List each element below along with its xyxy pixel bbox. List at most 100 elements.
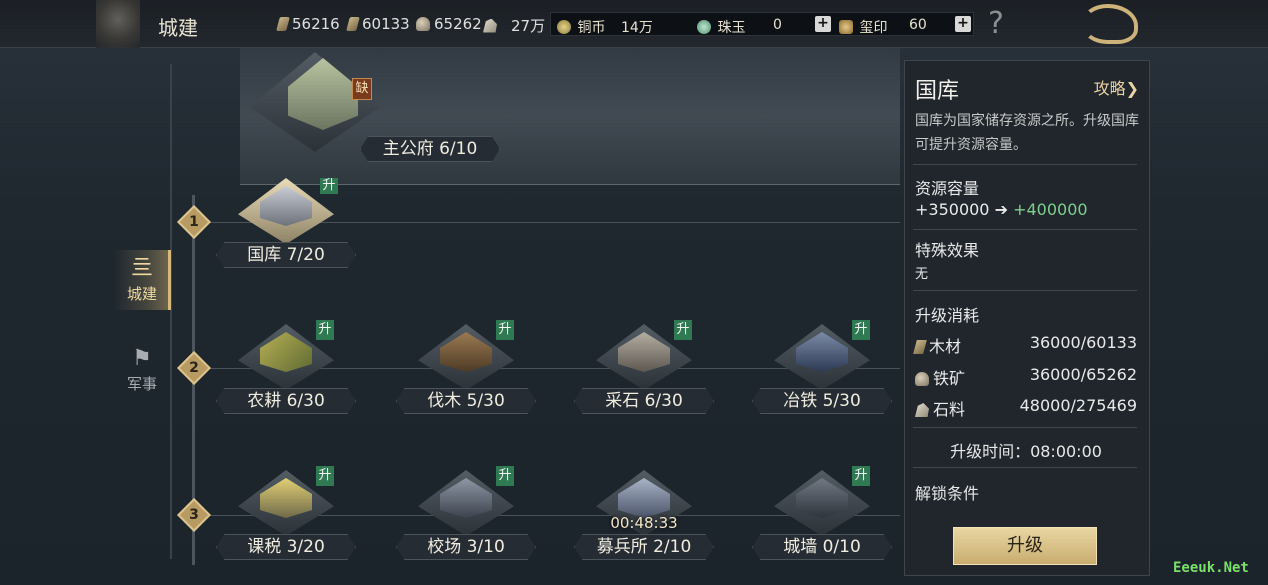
drill-ground-building[interactable]: 校场 3/10 升 xyxy=(396,466,536,570)
smelter-label: 冶铁 5/30 xyxy=(752,388,892,414)
unlock-title: 解锁条件 xyxy=(915,484,980,503)
drill-ground-label: 校场 3/10 xyxy=(396,534,536,560)
page-title: 城建 xyxy=(158,16,198,40)
divider xyxy=(913,290,1137,291)
upgrade-badge: 升 xyxy=(496,466,514,486)
iron-ore-icon xyxy=(915,372,929,386)
lord-portrait[interactable] xyxy=(96,0,140,48)
divider xyxy=(913,164,1137,165)
flag-icon: ⚑ xyxy=(132,346,152,371)
stone-icon xyxy=(915,403,929,417)
jade-label: 珠玉 xyxy=(717,20,746,36)
cost-amount: 36000/65262 xyxy=(1029,365,1137,384)
panel-title: 国库 xyxy=(915,79,960,104)
copper-coin-icon xyxy=(557,20,571,34)
divider xyxy=(913,467,1137,468)
lumber-label: 伐木 5/30 xyxy=(396,388,536,414)
wood-icon xyxy=(276,17,290,31)
divider xyxy=(913,427,1137,428)
recruit-label: 募兵所 2/10 xyxy=(574,534,714,560)
wall-building[interactable]: 城墙 0/10 升 xyxy=(752,466,892,570)
tier-number: 1 xyxy=(189,214,199,230)
tax-label: 课税 3/20 xyxy=(216,534,356,560)
wood-value: 56216 xyxy=(292,15,340,33)
effect-value: 无 xyxy=(915,267,929,282)
currency-bar: 铜币 14万 珠玉 0 + 玺印 60 + xyxy=(550,12,974,36)
seal-icon xyxy=(839,20,853,34)
wall-label: 城墙 0/10 xyxy=(752,534,892,560)
tax-building[interactable]: 课税 3/20 升 xyxy=(216,466,356,570)
main-hall-label: 主公府 6/10 xyxy=(360,136,500,162)
seal-currency: 玺印 xyxy=(839,17,887,37)
wood-resource: 56216 xyxy=(276,15,340,33)
dragon-logo-icon[interactable] xyxy=(1082,4,1138,44)
iron-resource: 60133 xyxy=(346,15,410,33)
iron-value: 60133 xyxy=(362,15,410,33)
copper-value: 14万 xyxy=(621,20,653,36)
building-description: 国库为国家储存资源之所。升级国库可提升资源容量。 xyxy=(915,113,1139,153)
tab-military[interactable]: ⚑ 军事 xyxy=(113,340,171,400)
treasury-building[interactable]: 国库 7/20 升 xyxy=(216,178,356,278)
treasury-label: 国库 7/20 xyxy=(216,242,356,268)
tier-marker-2: 2 xyxy=(177,351,211,385)
jade-currency: 珠玉 xyxy=(697,17,745,37)
capacity-values: +350000 ➔ +400000 xyxy=(915,200,1088,219)
upgrade-badge: 升 xyxy=(496,320,514,340)
farm-label: 农耕 6/30 xyxy=(216,388,356,414)
tier-marker-3: 3 xyxy=(177,498,211,532)
add-jade-button[interactable]: + xyxy=(815,16,831,32)
stone-resource: 27万 xyxy=(483,15,545,36)
cost-title: 升级消耗 xyxy=(915,306,980,325)
iron-icon xyxy=(346,17,360,31)
tab-rail xyxy=(170,64,172,559)
missing-resource-badge: 缺 xyxy=(352,78,372,100)
cost-amount: 48000/275469 xyxy=(1019,396,1137,415)
cost-row-iron: 铁矿 36000/65262 xyxy=(915,365,1137,389)
cost-label: 木材 xyxy=(929,337,962,356)
quarry-building[interactable]: 采石 6/30 升 xyxy=(574,320,714,424)
cost-label: 石料 xyxy=(933,400,966,419)
upgrade-time: 升级时间：08:00:00 xyxy=(950,442,1102,461)
upgrade-badge: 升 xyxy=(674,320,692,340)
recruit-building[interactable]: 00:48:33 募兵所 2/10 xyxy=(574,470,714,570)
stone-icon xyxy=(483,18,497,33)
construction-timer: 00:48:33 xyxy=(610,514,678,532)
jade-icon xyxy=(697,20,711,34)
copper-currency: 铜币 xyxy=(557,17,605,37)
upgrade-badge: 升 xyxy=(316,466,334,486)
ore-icon xyxy=(416,17,430,31)
arrow-right-icon: ➔ xyxy=(994,200,1008,219)
upgrade-badge: 升 xyxy=(852,466,870,486)
help-button[interactable]: ? xyxy=(988,6,1004,41)
city-icon: 亖 xyxy=(130,256,153,281)
cost-label: 铁矿 xyxy=(933,369,966,388)
stone-value: 27万 xyxy=(511,17,546,35)
farm-building[interactable]: 农耕 6/30 升 xyxy=(216,320,356,424)
wood-icon xyxy=(913,340,927,354)
copper-label: 铜币 xyxy=(577,20,606,36)
guide-link[interactable]: 攻略❯ xyxy=(1094,75,1139,99)
ore-value: 65262 xyxy=(434,15,482,33)
tab-label: 城建 xyxy=(126,285,157,303)
cost-row-wood: 木材 36000/60133 xyxy=(913,333,1137,357)
capacity-current: +350000 xyxy=(915,200,990,219)
tab-city-build[interactable]: 亖 城建 xyxy=(113,250,171,310)
upgrade-button[interactable]: 升级 xyxy=(953,527,1097,565)
jade-value: 0 xyxy=(773,17,782,33)
tier-number: 3 xyxy=(189,507,199,523)
effect-title: 特殊效果 xyxy=(915,241,980,260)
seal-value: 60 xyxy=(909,17,927,33)
main-hall-building[interactable]: 主公府 6/10 xyxy=(240,52,520,164)
tier-marker-1: 1 xyxy=(177,205,211,239)
lumber-building[interactable]: 伐木 5/30 升 xyxy=(396,320,536,424)
tier-number: 2 xyxy=(189,360,199,376)
upgrade-badge: 升 xyxy=(320,178,338,194)
add-seal-button[interactable]: + xyxy=(955,16,971,32)
smelter-building[interactable]: 冶铁 5/30 升 xyxy=(752,320,892,424)
quarry-label: 采石 6/30 xyxy=(574,388,714,414)
top-bar: 城建 56216 60133 65262 27万 铜币 14万 珠玉 0 + 玺… xyxy=(0,0,1268,48)
ore-resource: 65262 xyxy=(416,15,482,33)
cost-row-stone: 石料 48000/275469 xyxy=(915,396,1137,420)
capacity-title: 资源容量 xyxy=(915,179,980,198)
upgrade-badge: 升 xyxy=(316,320,334,340)
